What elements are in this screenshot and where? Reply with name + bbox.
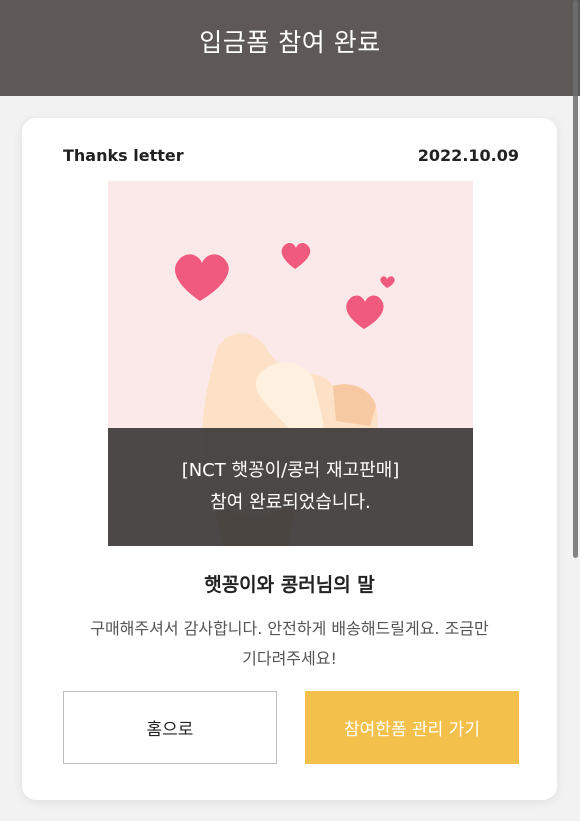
completion-overlay: [NCT 햇꽁이/콩러 재고판매] 참여 완료되었습니다. (108, 428, 473, 546)
card-date: 2022.10.09 (417, 146, 519, 165)
home-button[interactable]: 홈으로 (63, 691, 277, 764)
app-header: 입금폼 참여 완료 (0, 0, 580, 96)
finger-heart-image: [NCT 햇꽁이/콩러 재고판매] 참여 완료되었습니다. (108, 181, 473, 546)
overlay-line-2: 참여 완료되었습니다. (210, 492, 371, 513)
message-title: 햇꽁이와 콩러님의 말 (204, 574, 375, 596)
page-title: 입금폼 참여 완료 (199, 28, 381, 57)
manage-forms-button[interactable]: 참여한폼 관리 가기 (305, 691, 519, 764)
scrollbar[interactable] (573, 0, 578, 558)
message-body: 구매해주셔서 감사합니다. 안전하게 배송해드릴게요. 조금만 기다려주세요! (90, 619, 489, 668)
thanks-letter-card: Thanks letter 2022.10.09 [NCT 햇꽁이/콩러 재고판… (22, 118, 557, 800)
card-label: Thanks letter (63, 146, 184, 165)
overlay-line-1: [NCT 햇꽁이/콩러 재고판매] (181, 460, 400, 481)
